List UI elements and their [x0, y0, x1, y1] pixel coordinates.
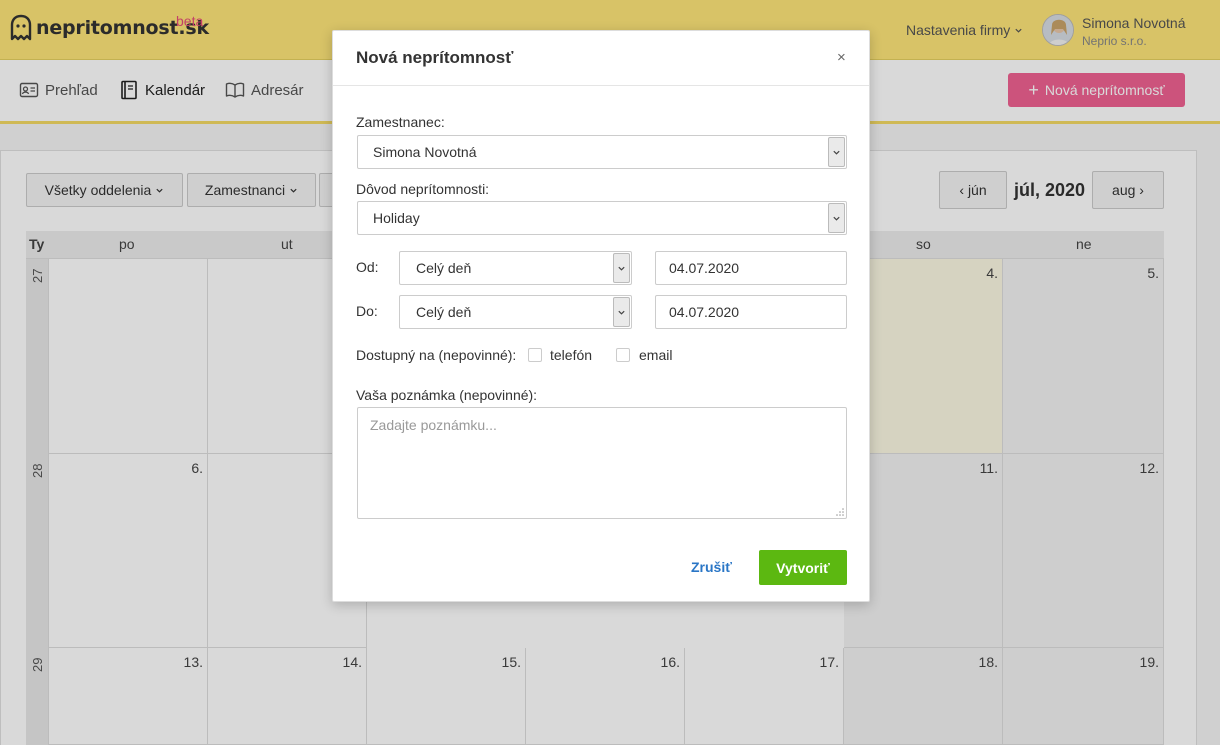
reason-select-value: Holiday [373, 210, 420, 226]
employee-label: Zamestnanec: [356, 114, 445, 130]
phone-checkbox[interactable] [528, 348, 542, 362]
note-textarea[interactable]: Zadajte poznámku... [357, 407, 847, 519]
to-date-value: 04.07.2020 [669, 304, 740, 320]
note-placeholder: Zadajte poznámku... [370, 417, 497, 433]
reason-label: Dôvod neprítomnosti: [356, 181, 490, 197]
to-label: Do: [356, 303, 378, 319]
email-label: email [639, 347, 673, 363]
create-button-label: Vytvoriť [776, 559, 830, 576]
employee-select-value: Simona Novotná [373, 144, 477, 160]
to-period-select[interactable]: Celý deň [399, 295, 632, 329]
chevron-down-icon [828, 137, 845, 167]
close-icon[interactable]: × [837, 49, 846, 66]
cancel-button[interactable]: Zrušiť [691, 559, 732, 575]
chevron-down-icon [613, 253, 630, 283]
new-absence-dialog: Nová neprítomnosť × Zamestnanec: Simona … [332, 30, 870, 602]
from-date-input[interactable]: 04.07.2020 [655, 251, 847, 285]
email-checkbox[interactable] [616, 348, 630, 362]
create-button[interactable]: Vytvoriť [759, 550, 847, 585]
from-date-value: 04.07.2020 [669, 260, 740, 276]
available-label: Dostupný na (nepovinné): [356, 347, 517, 363]
reason-select[interactable]: Holiday [357, 201, 847, 235]
dialog-header: Nová neprítomnosť × [333, 31, 869, 86]
from-label: Od: [356, 259, 379, 275]
from-period-select[interactable]: Celý deň [399, 251, 632, 285]
from-period-value: Celý deň [416, 260, 472, 276]
phone-label: telefón [550, 347, 593, 363]
note-label: Vaša poznámka (nepovinné): [356, 387, 538, 403]
dialog-title: Nová neprítomnosť [356, 48, 514, 67]
to-date-input[interactable]: 04.07.2020 [655, 295, 847, 329]
resize-grip-icon[interactable] [836, 508, 844, 516]
chevron-down-icon [613, 297, 630, 327]
to-period-value: Celý deň [416, 304, 472, 320]
employee-select[interactable]: Simona Novotná [357, 135, 847, 169]
chevron-down-icon [828, 203, 845, 233]
